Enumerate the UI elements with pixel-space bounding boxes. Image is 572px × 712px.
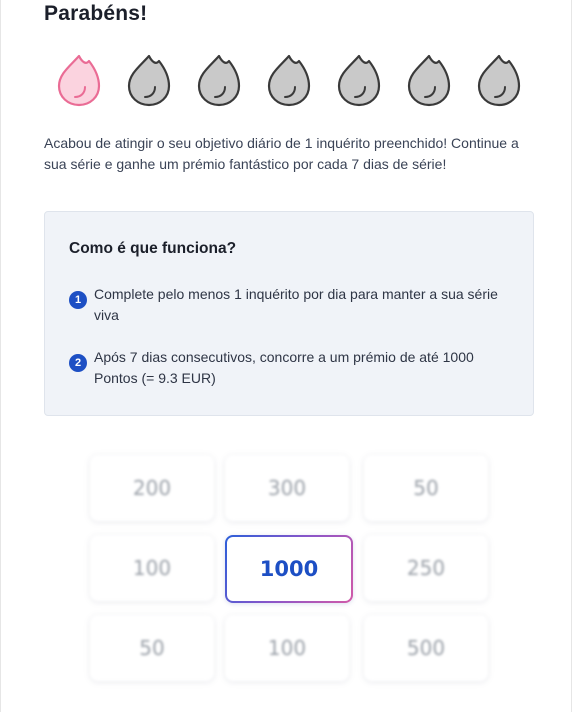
prize-tile[interactable]: 200 bbox=[90, 455, 214, 521]
page-title: Parabéns! bbox=[44, 2, 148, 25]
page-left-border bbox=[0, 0, 1, 712]
how-step-1: 1 Complete pelo menos 1 inquérito por di… bbox=[69, 284, 509, 328]
prize-tile[interactable]: 250 bbox=[364, 535, 488, 601]
streak-day-4-flame-icon bbox=[266, 52, 312, 108]
prize-tile[interactable]: 100 bbox=[225, 615, 349, 681]
streak-day-5-flame-icon bbox=[336, 52, 382, 108]
streak-day-7-flame-icon bbox=[476, 52, 522, 108]
step-number-badge: 2 bbox=[69, 354, 87, 372]
streak-days bbox=[56, 52, 526, 108]
step-text: Após 7 dias consecutivos, concorre a um … bbox=[94, 349, 474, 386]
how-it-works-panel: Como é que funciona? 1 Complete pelo men… bbox=[44, 211, 534, 416]
how-it-works-title: Como é que funciona? bbox=[69, 240, 237, 257]
prize-tile[interactable]: 100 bbox=[90, 535, 214, 601]
prize-tile[interactable]: 300 bbox=[225, 455, 349, 521]
prize-tile-selected[interactable]: 1000 bbox=[225, 535, 353, 603]
step-text: Complete pelo menos 1 inquérito por dia … bbox=[94, 286, 498, 323]
step-number-badge: 1 bbox=[69, 291, 87, 309]
streak-day-2-flame-icon bbox=[126, 52, 172, 108]
streak-day-3-flame-icon bbox=[196, 52, 242, 108]
prize-tile[interactable]: 50 bbox=[364, 455, 488, 521]
prize-tile[interactable]: 50 bbox=[90, 615, 214, 681]
goal-description: Acabou de atingir o seu objetivo diário … bbox=[44, 135, 519, 172]
prize-tile[interactable]: 500 bbox=[364, 615, 488, 681]
how-step-2: 2 Após 7 dias consecutivos, concorre a u… bbox=[69, 347, 509, 391]
streak-day-6-flame-icon bbox=[406, 52, 452, 108]
streak-day-1-flame-icon bbox=[56, 52, 102, 108]
prize-grid: 200 300 50 100 1000 250 50 100 500 bbox=[90, 455, 490, 685]
